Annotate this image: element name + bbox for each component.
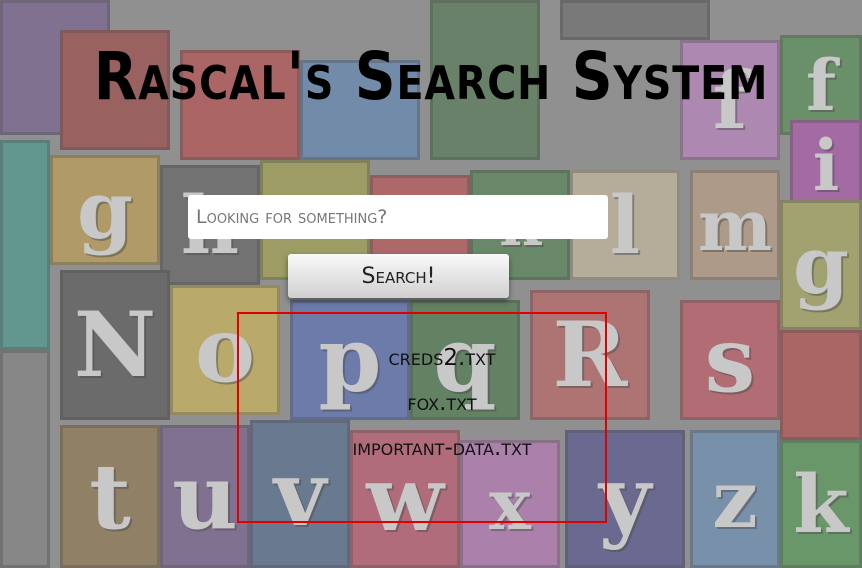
search-input[interactable] <box>188 195 608 239</box>
results-list: creds2.txt fox.txt important-data.txt <box>237 312 607 523</box>
result-link[interactable]: fox.txt <box>407 390 476 416</box>
list-item: creds2.txt <box>279 336 605 381</box>
list-item: important-data.txt <box>279 426 605 471</box>
result-link[interactable]: important-data.txt <box>353 435 532 461</box>
search-button[interactable]: Search! <box>288 254 509 298</box>
page-title: Rascal's Search System <box>93 38 769 115</box>
result-link[interactable]: creds2.txt <box>388 345 495 371</box>
list-item: fox.txt <box>279 381 605 426</box>
